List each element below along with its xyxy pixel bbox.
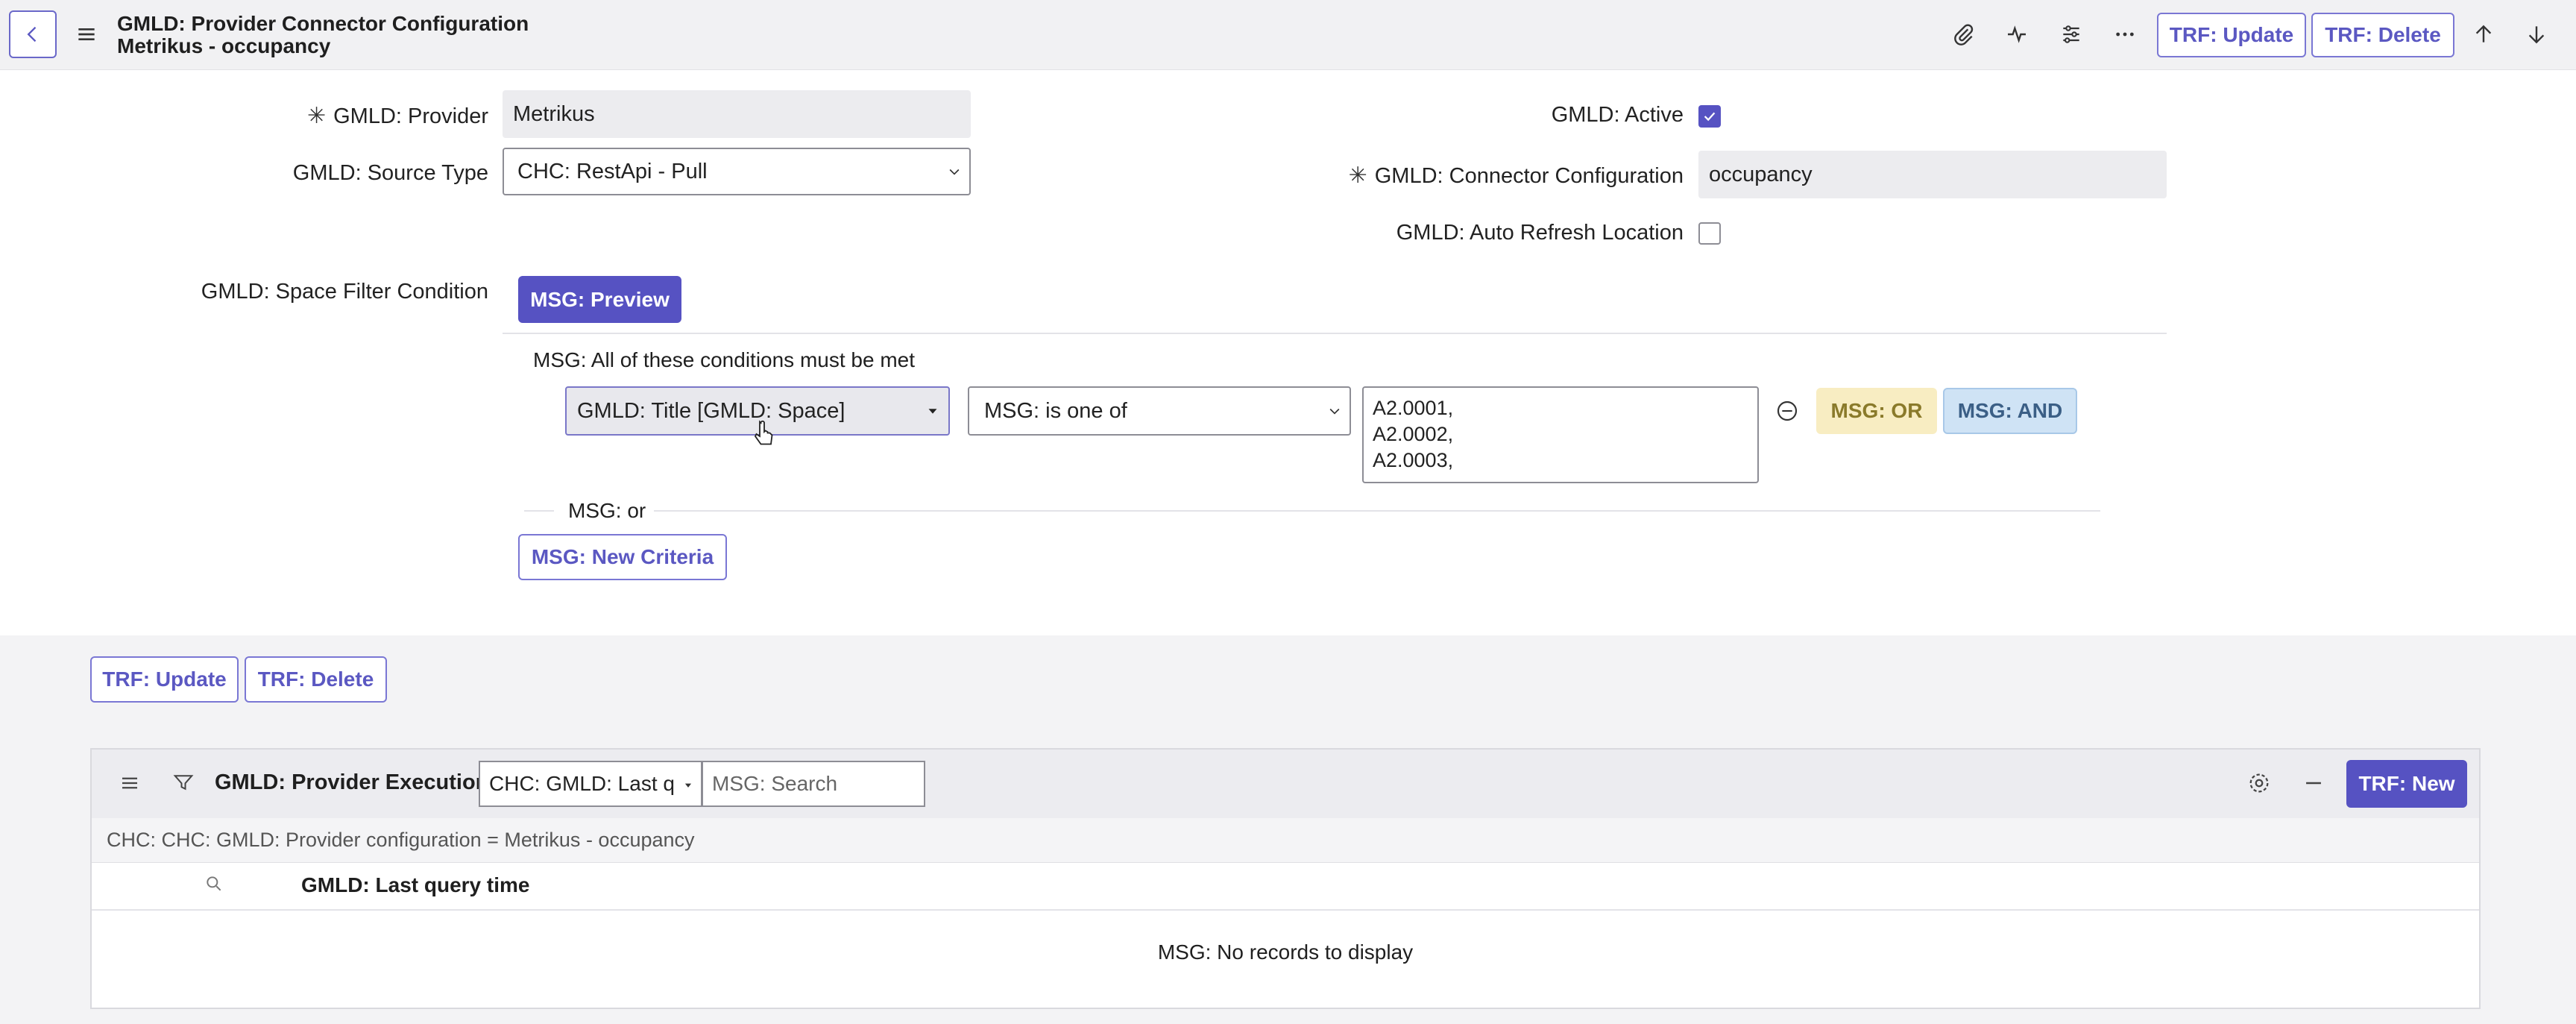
empty-message: MSG: No records to display bbox=[1157, 940, 1414, 964]
filter-breadcrumb-bar: CHC: CHC: GMLD: Provider configuration =… bbox=[92, 818, 2479, 863]
divider bbox=[92, 909, 2479, 911]
check-icon bbox=[1704, 112, 1716, 122]
condition-field-value: GMLD: Title [GMLD: Space] bbox=[577, 398, 845, 423]
search-input[interactable]: MSG: Search bbox=[702, 761, 925, 807]
required-icon: ✳ bbox=[1348, 163, 1367, 188]
divider bbox=[524, 510, 554, 512]
value-line: A2.0002, bbox=[1373, 423, 1454, 445]
more-icon[interactable] bbox=[2109, 18, 2141, 51]
connector-config-field[interactable]: occupancy bbox=[1698, 151, 2167, 198]
space-filter-label: GMLD: Space Filter Condition bbox=[201, 280, 488, 304]
divider bbox=[654, 510, 2100, 512]
conditions-heading: MSG: All of these conditions must be met bbox=[533, 348, 916, 371]
provider-field[interactable]: Metrikus bbox=[503, 90, 971, 138]
auto-refresh-label: GMLD: Auto Refresh Location bbox=[1396, 221, 1684, 245]
condition-operator-select[interactable]: MSG: is one of bbox=[968, 386, 1351, 436]
bottom-update-button[interactable]: TRF: Update bbox=[90, 656, 239, 703]
filter-icon[interactable] bbox=[172, 771, 195, 794]
paperclip-icon[interactable] bbox=[1947, 18, 1980, 51]
related-list-header: GMLD: Provider Executions CHC: GMLD: Las… bbox=[92, 750, 2479, 818]
preview-button[interactable]: MSG: Preview bbox=[518, 276, 681, 323]
search-field-value: CHC: GMLD: Last qu bbox=[489, 772, 676, 795]
source-type-value: CHC: RestApi - Pull bbox=[517, 159, 708, 183]
related-list-panel: GMLD: Provider Executions CHC: GMLD: Las… bbox=[90, 748, 2481, 1009]
caret-down-icon bbox=[928, 409, 937, 414]
cursor-icon bbox=[754, 420, 773, 445]
divider bbox=[503, 333, 2167, 334]
active-label: GMLD: Active bbox=[1551, 103, 1684, 127]
sliders-icon[interactable] bbox=[2055, 18, 2088, 51]
back-icon bbox=[27, 26, 37, 43]
auto-refresh-checkbox[interactable] bbox=[1698, 222, 1721, 245]
record-subtitle: Metrikus - occupancy bbox=[117, 34, 331, 57]
list-menu-icon[interactable] bbox=[119, 772, 141, 794]
back-button[interactable] bbox=[9, 10, 57, 58]
form-header: GMLD: Provider Connector Configuration M… bbox=[0, 0, 2576, 70]
search-icon[interactable] bbox=[204, 874, 224, 893]
active-checkbox[interactable] bbox=[1698, 105, 1721, 128]
minimize-icon[interactable] bbox=[2301, 770, 2326, 796]
activity-icon[interactable] bbox=[2000, 18, 2033, 51]
condition-operator-value: MSG: is one of bbox=[984, 398, 1127, 423]
remove-condition-icon[interactable] bbox=[1775, 399, 1799, 423]
and-button[interactable]: MSG: AND bbox=[1943, 388, 2077, 434]
source-type-select[interactable]: CHC: RestApi - Pull bbox=[503, 148, 971, 195]
menu-icon[interactable] bbox=[75, 22, 98, 46]
gear-icon[interactable] bbox=[2246, 770, 2272, 796]
source-type-label: GMLD: Source Type bbox=[292, 161, 488, 185]
update-button[interactable]: TRF: Update bbox=[2157, 13, 2306, 57]
connector-config-label: ✳ GMLD: Connector Configuration bbox=[1348, 163, 1684, 188]
caret-down-icon bbox=[684, 783, 692, 788]
arrow-down-icon[interactable] bbox=[2520, 18, 2553, 51]
arrow-up-icon[interactable] bbox=[2467, 18, 2500, 51]
provider-label: ✳ GMLD: Provider bbox=[306, 104, 488, 128]
related-list-title: GMLD: Provider Executions bbox=[215, 770, 501, 794]
chevron-down-icon bbox=[1329, 408, 1340, 415]
column-header-last-query-time[interactable]: GMLD: Last query time bbox=[301, 873, 529, 897]
or-button[interactable]: MSG: OR bbox=[1816, 388, 1937, 434]
new-criteria-button[interactable]: MSG: New Criteria bbox=[518, 534, 727, 580]
condition-values-textarea[interactable]: A2.0001, A2.0002, A2.0003, bbox=[1362, 386, 1759, 483]
filter-breadcrumb[interactable]: CHC: CHC: GMLD: Provider configuration =… bbox=[107, 829, 695, 852]
new-record-button[interactable]: TRF: New bbox=[2346, 760, 2467, 808]
bottom-delete-button[interactable]: TRF: Delete bbox=[245, 656, 387, 703]
required-icon: ✳ bbox=[306, 104, 327, 128]
value-line: A2.0003, bbox=[1373, 449, 1454, 471]
chevron-down-icon bbox=[949, 169, 960, 175]
value-line: A2.0001, bbox=[1373, 397, 1454, 419]
search-field-select[interactable]: CHC: GMLD: Last qu bbox=[479, 761, 702, 807]
page-title: GMLD: Provider Connector Configuration bbox=[117, 12, 529, 35]
or-divider-text: MSG: or bbox=[568, 499, 646, 522]
delete-button[interactable]: TRF: Delete bbox=[2311, 13, 2454, 57]
